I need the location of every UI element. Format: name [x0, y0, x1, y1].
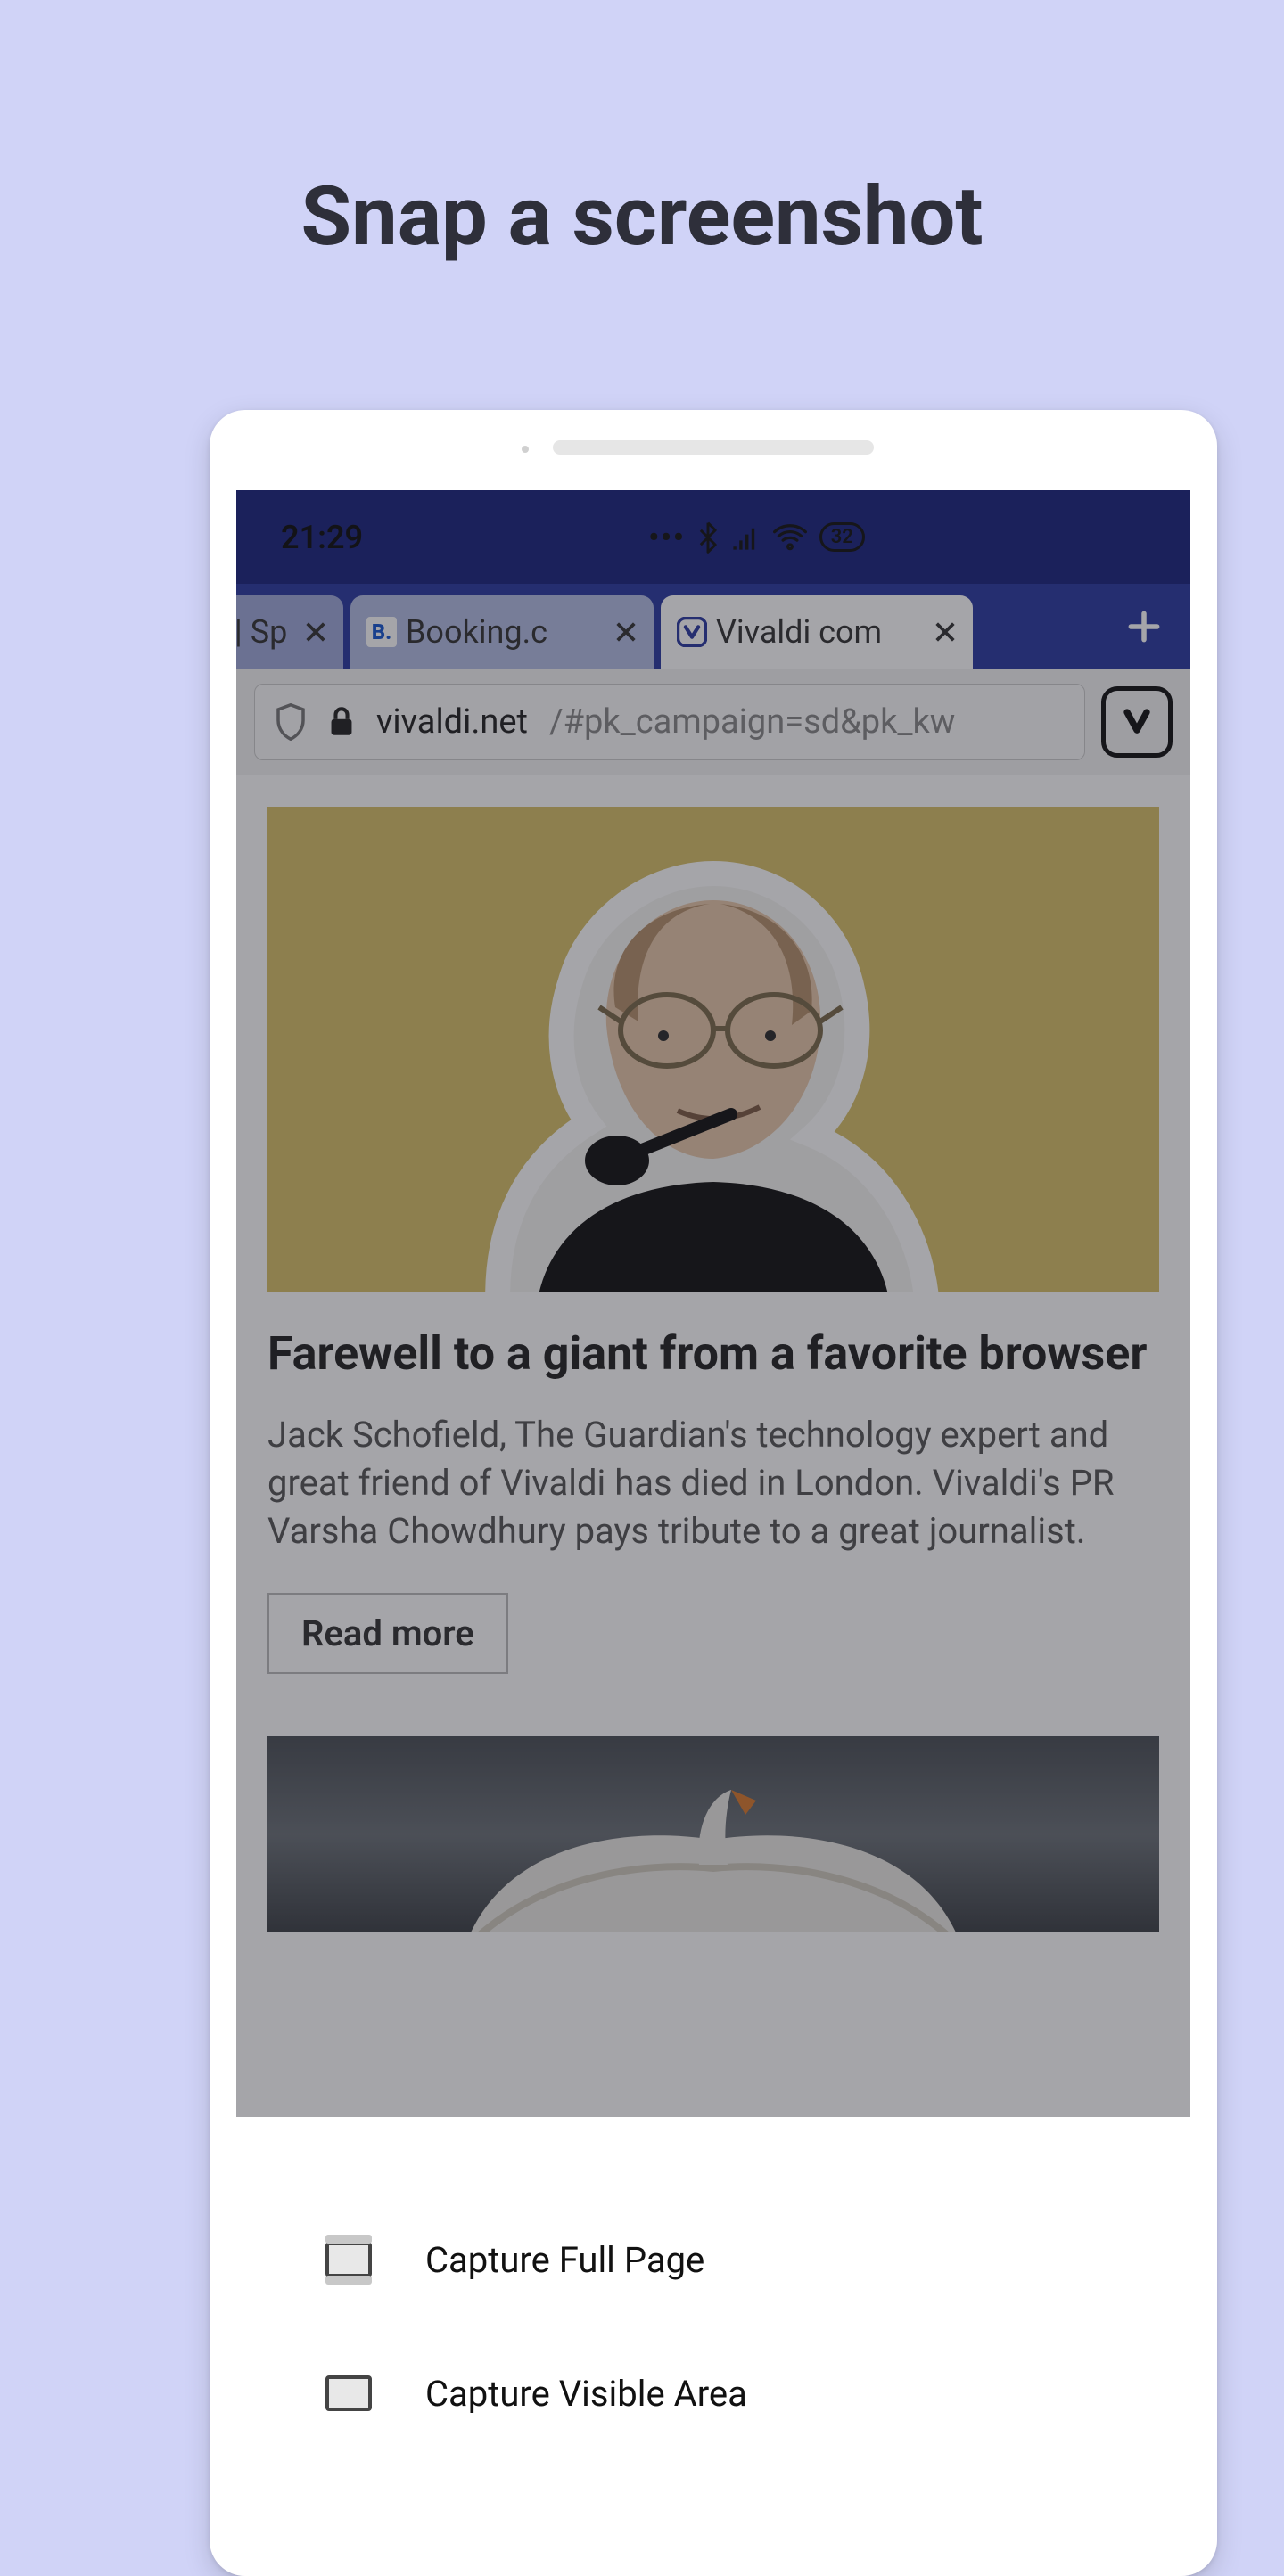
tab-label: Vivaldi com [716, 613, 925, 651]
close-icon[interactable] [934, 620, 957, 644]
favicon-icon: B. [366, 617, 397, 647]
vivaldi-favicon-icon [677, 617, 707, 647]
vivaldi-menu-button[interactable] [1101, 686, 1173, 758]
read-more-button[interactable]: Read more [268, 1593, 508, 1674]
tab-active[interactable]: Vivaldi com [661, 595, 973, 669]
phone-frame: 21:29 ••• 32 | Sp [210, 410, 1217, 2576]
lock-icon [328, 706, 355, 738]
portrait-illustration [392, 811, 1034, 1292]
phone-screen: 21:29 ••• 32 | Sp [236, 490, 1190, 2549]
article-body: Jack Schofield, The Guardian's technolog… [268, 1411, 1159, 1555]
article-image-2 [268, 1736, 1159, 1932]
close-icon[interactable] [304, 620, 327, 644]
status-indicators: ••• 32 [648, 521, 865, 554]
visible-area-icon [325, 2375, 372, 2411]
tab-1[interactable]: | Sp [236, 595, 343, 669]
status-time: 21:29 [281, 519, 363, 556]
tab-2[interactable]: B. Booking.c [350, 595, 654, 669]
url-field[interactable]: vivaldi.net /#pk_campaign=sd&pk_kw [254, 684, 1085, 760]
close-icon[interactable] [614, 620, 638, 644]
battery-indicator: 32 [819, 522, 865, 552]
tab-label: Booking.c [406, 613, 605, 651]
option-label: Capture Visible Area [425, 2373, 747, 2415]
status-dots-icon: ••• [648, 521, 686, 554]
device-camera-dot [522, 446, 529, 453]
new-tab-button[interactable] [1124, 607, 1164, 646]
tab-label: | Sp [236, 613, 295, 651]
article-title: Farewell to a giant from a favorite brow… [268, 1328, 1159, 1379]
page-title: Snap a screenshot [0, 0, 1284, 265]
page-content: Farewell to a giant from a favorite brow… [236, 775, 1190, 1964]
statusbar: 21:29 ••• 32 [236, 490, 1190, 584]
bluetooth-icon [698, 521, 718, 554]
capture-visible-area-option[interactable]: Capture Visible Area [325, 2326, 1101, 2460]
address-bar: vivaldi.net /#pk_campaign=sd&pk_kw [236, 669, 1190, 775]
option-label: Capture Full Page [425, 2239, 704, 2281]
vivaldi-icon [1117, 702, 1156, 742]
capture-full-page-option[interactable]: Capture Full Page [325, 2193, 1101, 2326]
article-hero-image [268, 807, 1159, 1292]
url-host: vivaldi.net [376, 702, 528, 742]
url-path: /#pk_campaign=sd&pk_kw [549, 702, 955, 742]
swan-illustration [392, 1736, 1034, 1932]
device-speaker [553, 440, 874, 455]
screenshot-sheet: Capture Full Page Capture Visible Area [236, 2117, 1190, 2549]
shield-icon [275, 703, 307, 741]
full-page-icon [325, 2242, 372, 2277]
dimmed-background: 21:29 ••• 32 | Sp [236, 490, 1190, 2179]
signal-icon [730, 524, 761, 551]
wifi-icon [773, 524, 807, 551]
tab-strip: | Sp B. Booking.c Vivaldi com [236, 584, 1190, 669]
